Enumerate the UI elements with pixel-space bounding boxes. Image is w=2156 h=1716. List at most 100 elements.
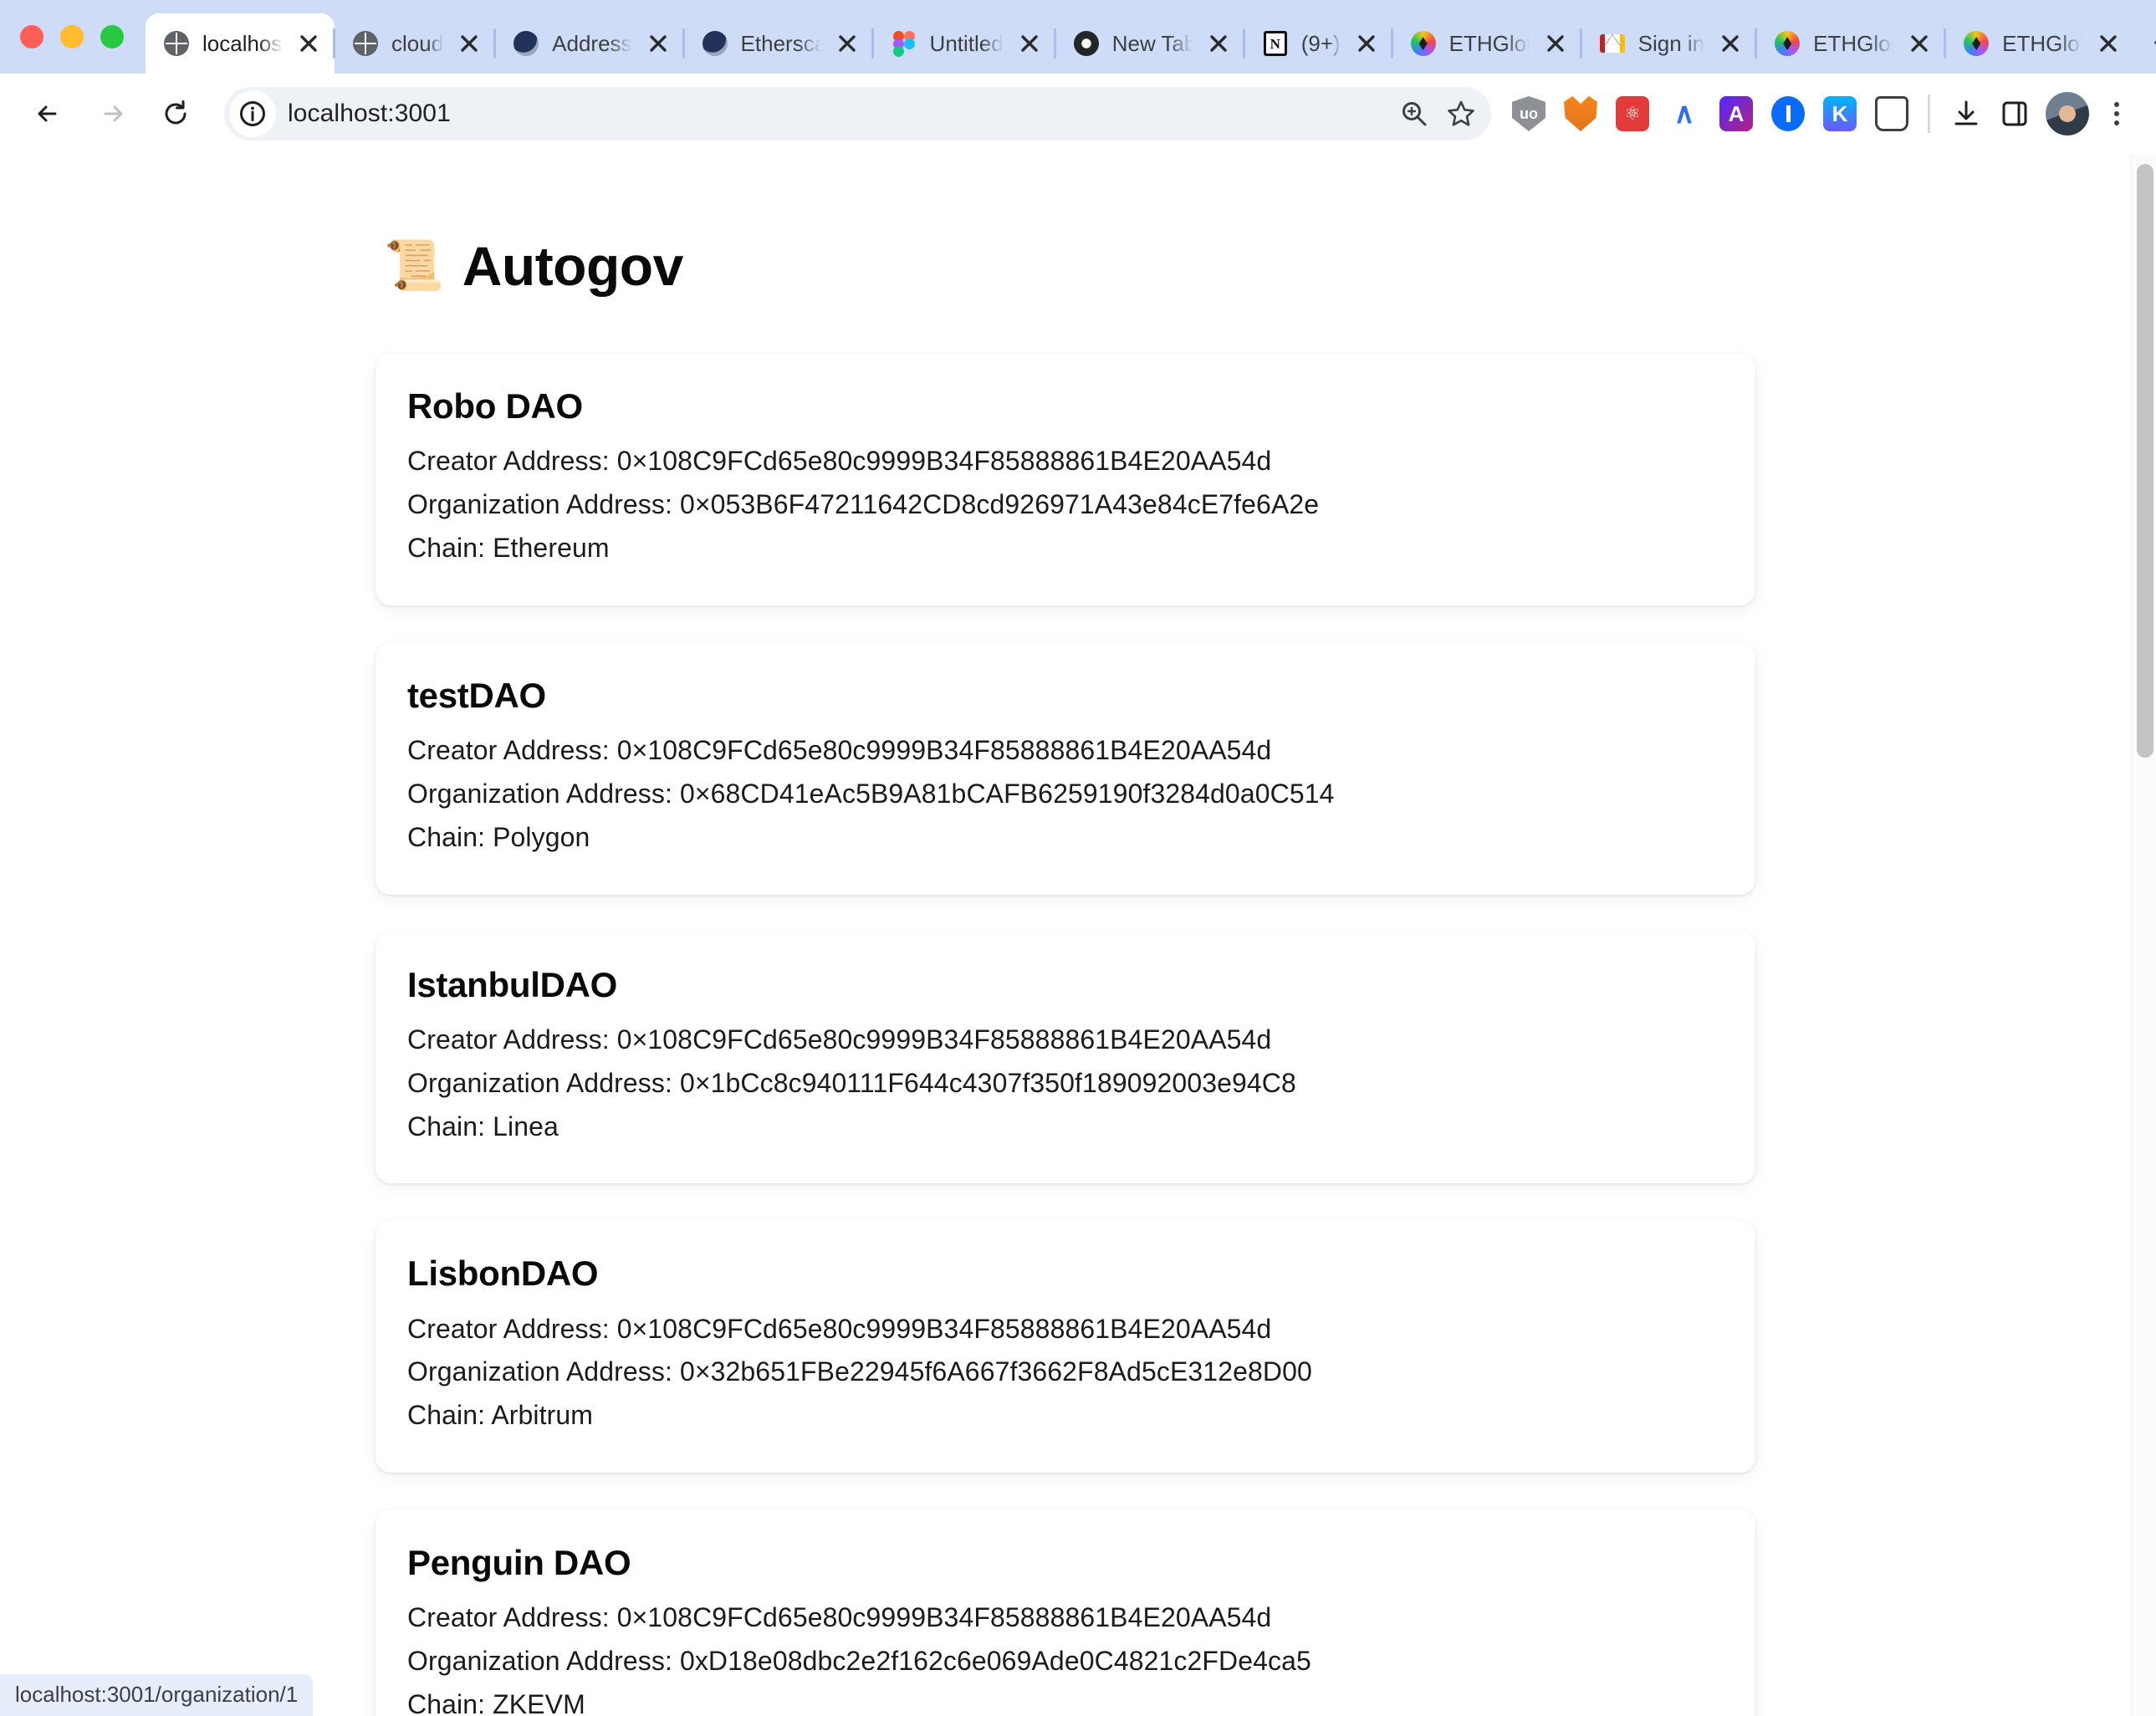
organization-name: IstanbulDAO bbox=[407, 964, 618, 1004]
globe-icon bbox=[162, 29, 191, 58]
etherscan-icon bbox=[701, 29, 729, 58]
tab-cloud[interactable]: cloud bbox=[333, 13, 495, 74]
organization-name: Penguin DAO bbox=[407, 1543, 631, 1583]
close-icon[interactable] bbox=[1541, 29, 1570, 58]
tab-etherscan[interactable]: Etherscan bbox=[682, 13, 873, 74]
chain-value: Linea bbox=[493, 1111, 559, 1141]
tab-title: Sign in bbox=[1637, 30, 1705, 56]
close-icon[interactable] bbox=[1352, 29, 1381, 58]
tab-localhost[interactable]: localhost:3001 bbox=[146, 13, 335, 74]
forward-button[interactable] bbox=[85, 87, 139, 140]
rabby-wallet-icon[interactable]: ⚛ bbox=[1608, 89, 1657, 138]
side-panel-icon[interactable] bbox=[1990, 89, 2039, 138]
organization-address-label: Organization Address: bbox=[407, 778, 680, 809]
tab-ethglobal-1[interactable]: ETHGlobal bbox=[1390, 13, 1581, 74]
chain-value: Ethereum bbox=[493, 532, 610, 563]
organization-name: LisbonDAO bbox=[407, 1254, 599, 1294]
organization-address-row: Organization Address: 0×68CD41eAc5B9A81b… bbox=[407, 773, 1724, 816]
page-content: 📜 Autogov Robo DAO Creator Address: 0×10… bbox=[0, 154, 2131, 1716]
chain-label: Chain: bbox=[407, 821, 493, 852]
three-dot-menu-icon[interactable] bbox=[2096, 89, 2138, 138]
maximize-window-button[interactable] bbox=[100, 25, 124, 49]
pocket-universe-icon[interactable] bbox=[1867, 89, 1916, 138]
close-icon[interactable] bbox=[1015, 29, 1044, 58]
tab-title: Untitled bbox=[929, 30, 1004, 56]
tab-notion[interactable]: N (9+) bbox=[1242, 13, 1392, 74]
reload-button[interactable] bbox=[149, 87, 202, 140]
url-text[interactable]: localhost:3001 bbox=[288, 100, 1391, 128]
organization-address-value: 0×1bCc8c940111F644c4307f350f189092003e94… bbox=[679, 1067, 1296, 1098]
tab-new-tab[interactable]: New Tab bbox=[1053, 13, 1244, 74]
extension-icons: uo ⚛ ∧ A K bbox=[1505, 89, 1916, 138]
avatar[interactable] bbox=[2046, 92, 2089, 135]
chain-value: Arbitrum bbox=[491, 1400, 594, 1431]
organization-card[interactable]: Penguin DAO Creator Address: 0×108C9FCd6… bbox=[376, 1509, 1755, 1716]
close-icon[interactable] bbox=[833, 29, 861, 58]
tab-title: ETHGlobal bbox=[2002, 30, 2082, 56]
tab-gmail-signin[interactable]: Sign in bbox=[1579, 13, 1757, 74]
new-tab-button[interactable] bbox=[2141, 18, 2156, 67]
tab-title: New Tab bbox=[1111, 30, 1193, 56]
organization-address-label: Organization Address: bbox=[407, 1067, 680, 1098]
ethglobal-icon bbox=[1409, 29, 1438, 58]
chrome-icon bbox=[1072, 29, 1101, 58]
zoom-icon[interactable] bbox=[1391, 90, 1438, 137]
onepassword-icon[interactable] bbox=[1764, 89, 1812, 138]
close-icon[interactable] bbox=[294, 29, 323, 58]
organization-address-row: Organization Address: 0×1bCc8c940111F644… bbox=[407, 1062, 1724, 1106]
metamask-fox-icon[interactable] bbox=[1556, 89, 1605, 138]
close-icon[interactable] bbox=[1716, 29, 1745, 58]
organization-card[interactable]: Robo DAO Creator Address: 0×108C9FCd65e8… bbox=[376, 353, 1755, 605]
back-button[interactable] bbox=[22, 87, 75, 140]
arc-extension-icon[interactable]: ∧ bbox=[1660, 89, 1709, 138]
close-icon[interactable] bbox=[644, 29, 672, 58]
notion-icon: N bbox=[1261, 29, 1290, 58]
bookmark-star-icon[interactable] bbox=[1438, 90, 1484, 137]
organization-address-row: Organization Address: 0xD18e08dbc2e2f162… bbox=[407, 1640, 1724, 1683]
page-scrollbar[interactable] bbox=[2131, 154, 2156, 1716]
creator-address-row: Creator Address: 0×108C9FCd65e80c9999B34… bbox=[407, 1308, 1724, 1351]
kleros-icon[interactable]: K bbox=[1816, 89, 1864, 138]
tab-ethglobal-3[interactable]: ETHGlobal bbox=[1944, 13, 2134, 74]
close-window-button[interactable] bbox=[20, 25, 43, 49]
scrollbar-thumb[interactable] bbox=[2137, 164, 2153, 758]
organization-card[interactable]: LisbonDAO Creator Address: 0×108C9FCd65e… bbox=[376, 1220, 1755, 1473]
tab-figma-untitled[interactable]: Untitled bbox=[871, 13, 1055, 74]
creator-address-row: Creator Address: 0×108C9FCd65e80c9999B34… bbox=[407, 1596, 1724, 1640]
organization-card[interactable]: testDAO Creator Address: 0×108C9FCd65e80… bbox=[376, 641, 1755, 895]
ethglobal-icon bbox=[1773, 29, 1801, 58]
close-icon[interactable] bbox=[2094, 29, 2123, 58]
chain-value: ZKEVM bbox=[493, 1689, 585, 1716]
tab-title: Address bbox=[552, 30, 632, 56]
browser-toolbar: localhost:3001 uo ⚛ ∧ A K bbox=[0, 74, 2156, 154]
a-extension-icon[interactable]: A bbox=[1712, 89, 1760, 138]
close-icon[interactable] bbox=[1204, 29, 1233, 58]
chain-label: Chain: bbox=[407, 1400, 492, 1431]
organization-name: Robo DAO bbox=[407, 386, 583, 426]
creator-address-label: Creator Address: bbox=[407, 1313, 617, 1344]
minimize-window-button[interactable] bbox=[60, 25, 84, 49]
close-icon[interactable] bbox=[455, 29, 483, 58]
figma-icon bbox=[890, 29, 918, 58]
site-info-icon[interactable] bbox=[229, 90, 276, 137]
creator-address-row: Creator Address: 0×108C9FCd65e80c9999B34… bbox=[407, 440, 1724, 483]
chain-row: Chain: Linea bbox=[407, 1106, 1724, 1149]
ublock-origin-icon[interactable]: uo bbox=[1505, 89, 1553, 138]
close-icon[interactable] bbox=[1905, 29, 1934, 58]
window-traffic-lights bbox=[20, 25, 124, 74]
downloads-icon[interactable] bbox=[1942, 89, 1990, 138]
tab-title: ETHGlobal bbox=[1448, 30, 1530, 56]
chain-row: Chain: Polygon bbox=[407, 816, 1724, 860]
organization-card[interactable]: IstanbulDAO Creator Address: 0×108C9FCd6… bbox=[376, 931, 1755, 1184]
organization-address-label: Organization Address: bbox=[407, 1646, 680, 1677]
tab-ethglobal-2[interactable]: ETHGlobal bbox=[1755, 13, 1945, 74]
organization-address-value: 0×68CD41eAc5B9A81bCAFB6259190f3284d0a0C5… bbox=[679, 778, 1335, 809]
chain-row: Chain: Ethereum bbox=[407, 527, 1724, 570]
ethglobal-icon bbox=[1962, 29, 1990, 58]
tab-address[interactable]: Address bbox=[493, 13, 683, 74]
address-bar[interactable]: localhost:3001 bbox=[224, 87, 1491, 140]
creator-address-label: Creator Address: bbox=[407, 446, 617, 477]
chain-label: Chain: bbox=[407, 532, 493, 563]
scroll-icon: 📜 bbox=[384, 238, 444, 293]
gmail-icon bbox=[1598, 29, 1627, 58]
